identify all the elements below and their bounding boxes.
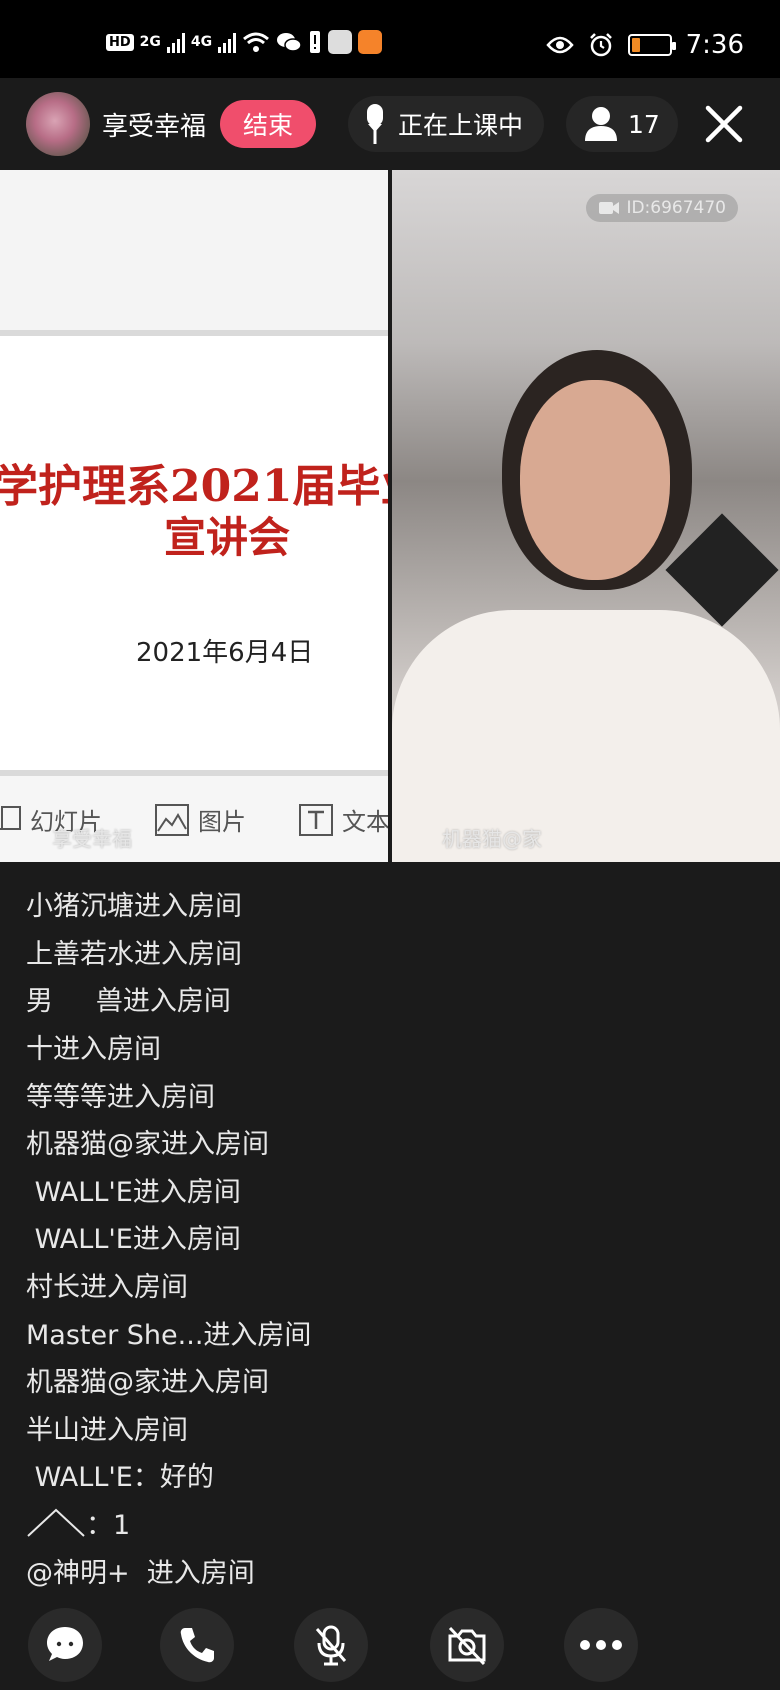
image-tool-label: 图片 [198, 808, 246, 836]
signal-icon [166, 31, 185, 53]
huawei-app-icon [328, 30, 353, 54]
hd-indicator: HD [106, 33, 134, 51]
chat-icon [47, 1627, 83, 1661]
text-tool: 文本 [298, 802, 388, 837]
more-icon [580, 1640, 622, 1650]
video-icon [599, 202, 620, 214]
chat-message: 机器猫@家进入房间 [26, 1129, 269, 1161]
chat-message: 十进入房间 [26, 1034, 161, 1066]
host-name: 享受幸福 [102, 112, 207, 142]
shared-slide-tile[interactable]: 学护理系2021届毕业 宣讲会 2021年6月4日 幻灯片 图片 文本 享受幸福 [0, 170, 388, 862]
alarm-icon [589, 33, 612, 57]
chat-message: WALL'E进入房间 [26, 1224, 241, 1256]
host-avatar[interactable] [26, 92, 90, 156]
camera-toggle-button[interactable] [430, 1608, 504, 1682]
slide-title-line2: 宣讲会 [164, 513, 291, 562]
room-header: 享受幸福 结束 正在上课中 17 [0, 78, 780, 170]
close-icon[interactable] [700, 100, 748, 148]
microphone-icon [367, 104, 383, 144]
sim2-label: 4G [190, 34, 213, 50]
chat-message: WALL'E进入房间 [26, 1176, 241, 1208]
chat-message: WALL'E：好的 [26, 1462, 214, 1494]
chat-button[interactable] [28, 1608, 102, 1682]
room-id-text: ID:6967470 [626, 198, 726, 218]
class-status-pill: 正在上课中 [348, 96, 544, 152]
more-button[interactable] [564, 1608, 638, 1682]
signal-icon [218, 31, 237, 53]
alert-icon [310, 31, 321, 53]
mic-toggle-button[interactable] [294, 1608, 368, 1682]
wifi-icon [243, 32, 270, 52]
chat-message: 男 兽进入房间 [26, 986, 231, 1018]
slide-date: 2021年6月4日 [136, 638, 314, 668]
sim1-label: 2G [139, 34, 161, 50]
camera-tile[interactable]: ID:6967470 机器猫@家 [392, 170, 780, 862]
image-icon [155, 803, 189, 836]
add-slide-icon [0, 805, 21, 830]
clock: 7:36 [685, 30, 744, 60]
slide-divider [0, 330, 388, 336]
chat-message-with-icon: ：1 [26, 1499, 746, 1547]
chat-message: 半山进入房间 [26, 1414, 188, 1446]
camera-owner-label: 机器猫@家 [442, 827, 542, 851]
viewer-count-pill[interactable]: 17 [566, 96, 678, 152]
status-left-icons: HD 2G 4G [106, 30, 383, 54]
caret-up-icon [27, 1508, 85, 1537]
room-id-badge: ID:6967470 [586, 194, 738, 222]
chat-list: 小猪沉塘进入房间 上善若水进入房间 男 兽进入房间 十进入房间 等等等进入房间 … [26, 880, 746, 1594]
person-face [520, 380, 670, 580]
chat-message-text: ：1 [86, 1510, 131, 1542]
slide-top-blank [0, 170, 388, 330]
status-right-icons: 7:36 [545, 30, 744, 60]
chat-message: 机器猫@家进入房间 [26, 1367, 269, 1399]
phone-icon [180, 1628, 214, 1663]
image-tool: 图片 [154, 802, 246, 837]
chat-message: 等等等进入房间 [26, 1081, 215, 1113]
user-icon [585, 107, 617, 141]
text-icon [299, 803, 333, 836]
eye-icon [545, 36, 574, 54]
battery-icon [627, 34, 676, 56]
end-class-button[interactable]: 结束 [220, 100, 316, 148]
video-area: 学护理系2021届毕业 宣讲会 2021年6月4日 幻灯片 图片 文本 享受幸福 [0, 170, 780, 862]
video-app-icon [358, 30, 383, 54]
camera-off-icon [448, 1626, 486, 1666]
chat-message: 村长进入房间 [26, 1272, 188, 1304]
call-button[interactable] [160, 1608, 234, 1682]
text-tool-label: 文本 [342, 808, 388, 836]
chat-message: Master She...进入房间 [26, 1319, 312, 1351]
slide-owner-label: 享受幸福 [52, 827, 132, 851]
wechat-icon [277, 33, 302, 52]
status-bar: HD 2G 4G 7:36 [0, 0, 780, 78]
bottom-controls [0, 1604, 780, 1690]
mic-off-icon [315, 1625, 347, 1666]
class-status-text: 正在上课中 [398, 111, 524, 140]
viewer-count: 17 [628, 109, 660, 139]
chat-message-text: @神明+ 进入房间 [26, 1557, 255, 1589]
chat-message: 小猪沉塘进入房间 [26, 891, 242, 923]
chat-message: 上善若水进入房间 [26, 938, 242, 970]
chat-message-with-icon: @神明+ 进入房间 [26, 1546, 746, 1594]
